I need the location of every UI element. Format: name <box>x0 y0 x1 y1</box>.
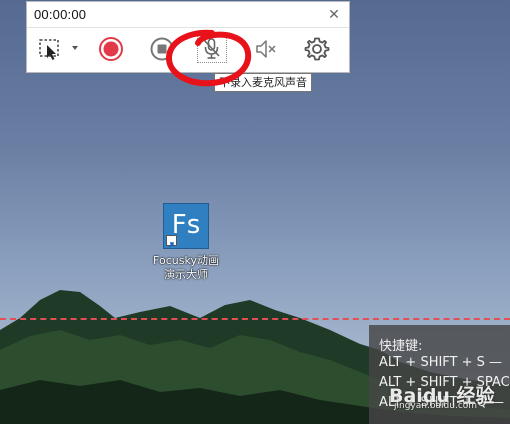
region-select-button[interactable] <box>37 36 63 62</box>
focusky-app-icon: Fs <box>163 203 209 249</box>
hotkey-title: 快捷键: <box>379 339 423 354</box>
stop-icon <box>150 37 174 61</box>
timer-display: 00:00:00 <box>34 7 87 22</box>
shortcut-arrow-icon <box>166 235 177 248</box>
hotkey-line-1: ALT + SHIFT + S — <box>379 355 503 370</box>
speaker-muted-icon <box>256 40 276 58</box>
region-select-icon <box>39 39 59 60</box>
shortcut-label: Focusky动画 演示大师 <box>140 254 232 282</box>
capture-region-border <box>0 318 510 320</box>
shortcut-label-line2: 演示大师 <box>164 268 208 281</box>
focusky-desktop-shortcut[interactable]: Fs Focusky动画 演示大师 <box>140 203 232 282</box>
close-icon[interactable]: ✕ <box>326 6 342 22</box>
recording-toolbar: 00:00:00 ✕ <box>26 1 350 73</box>
settings-button[interactable] <box>304 36 330 62</box>
shortcut-label-line1: Focusky动画 <box>153 254 219 267</box>
microphone-toggle-button[interactable] <box>197 35 227 63</box>
toolbar-header: 00:00:00 ✕ <box>27 2 349 28</box>
stop-button[interactable] <box>149 36 175 62</box>
settings-gear-icon <box>304 37 330 61</box>
baidu-watermark-url: jingyan.baidu.com <box>394 401 478 411</box>
record-button[interactable] <box>98 36 124 62</box>
dropdown-arrow-icon[interactable] <box>71 45 79 51</box>
record-icon <box>99 37 123 61</box>
microphone-tooltip: 不录入麦克风声音 <box>214 73 312 92</box>
speaker-toggle-button[interactable] <box>253 36 279 62</box>
microphone-muted-icon <box>203 38 220 59</box>
